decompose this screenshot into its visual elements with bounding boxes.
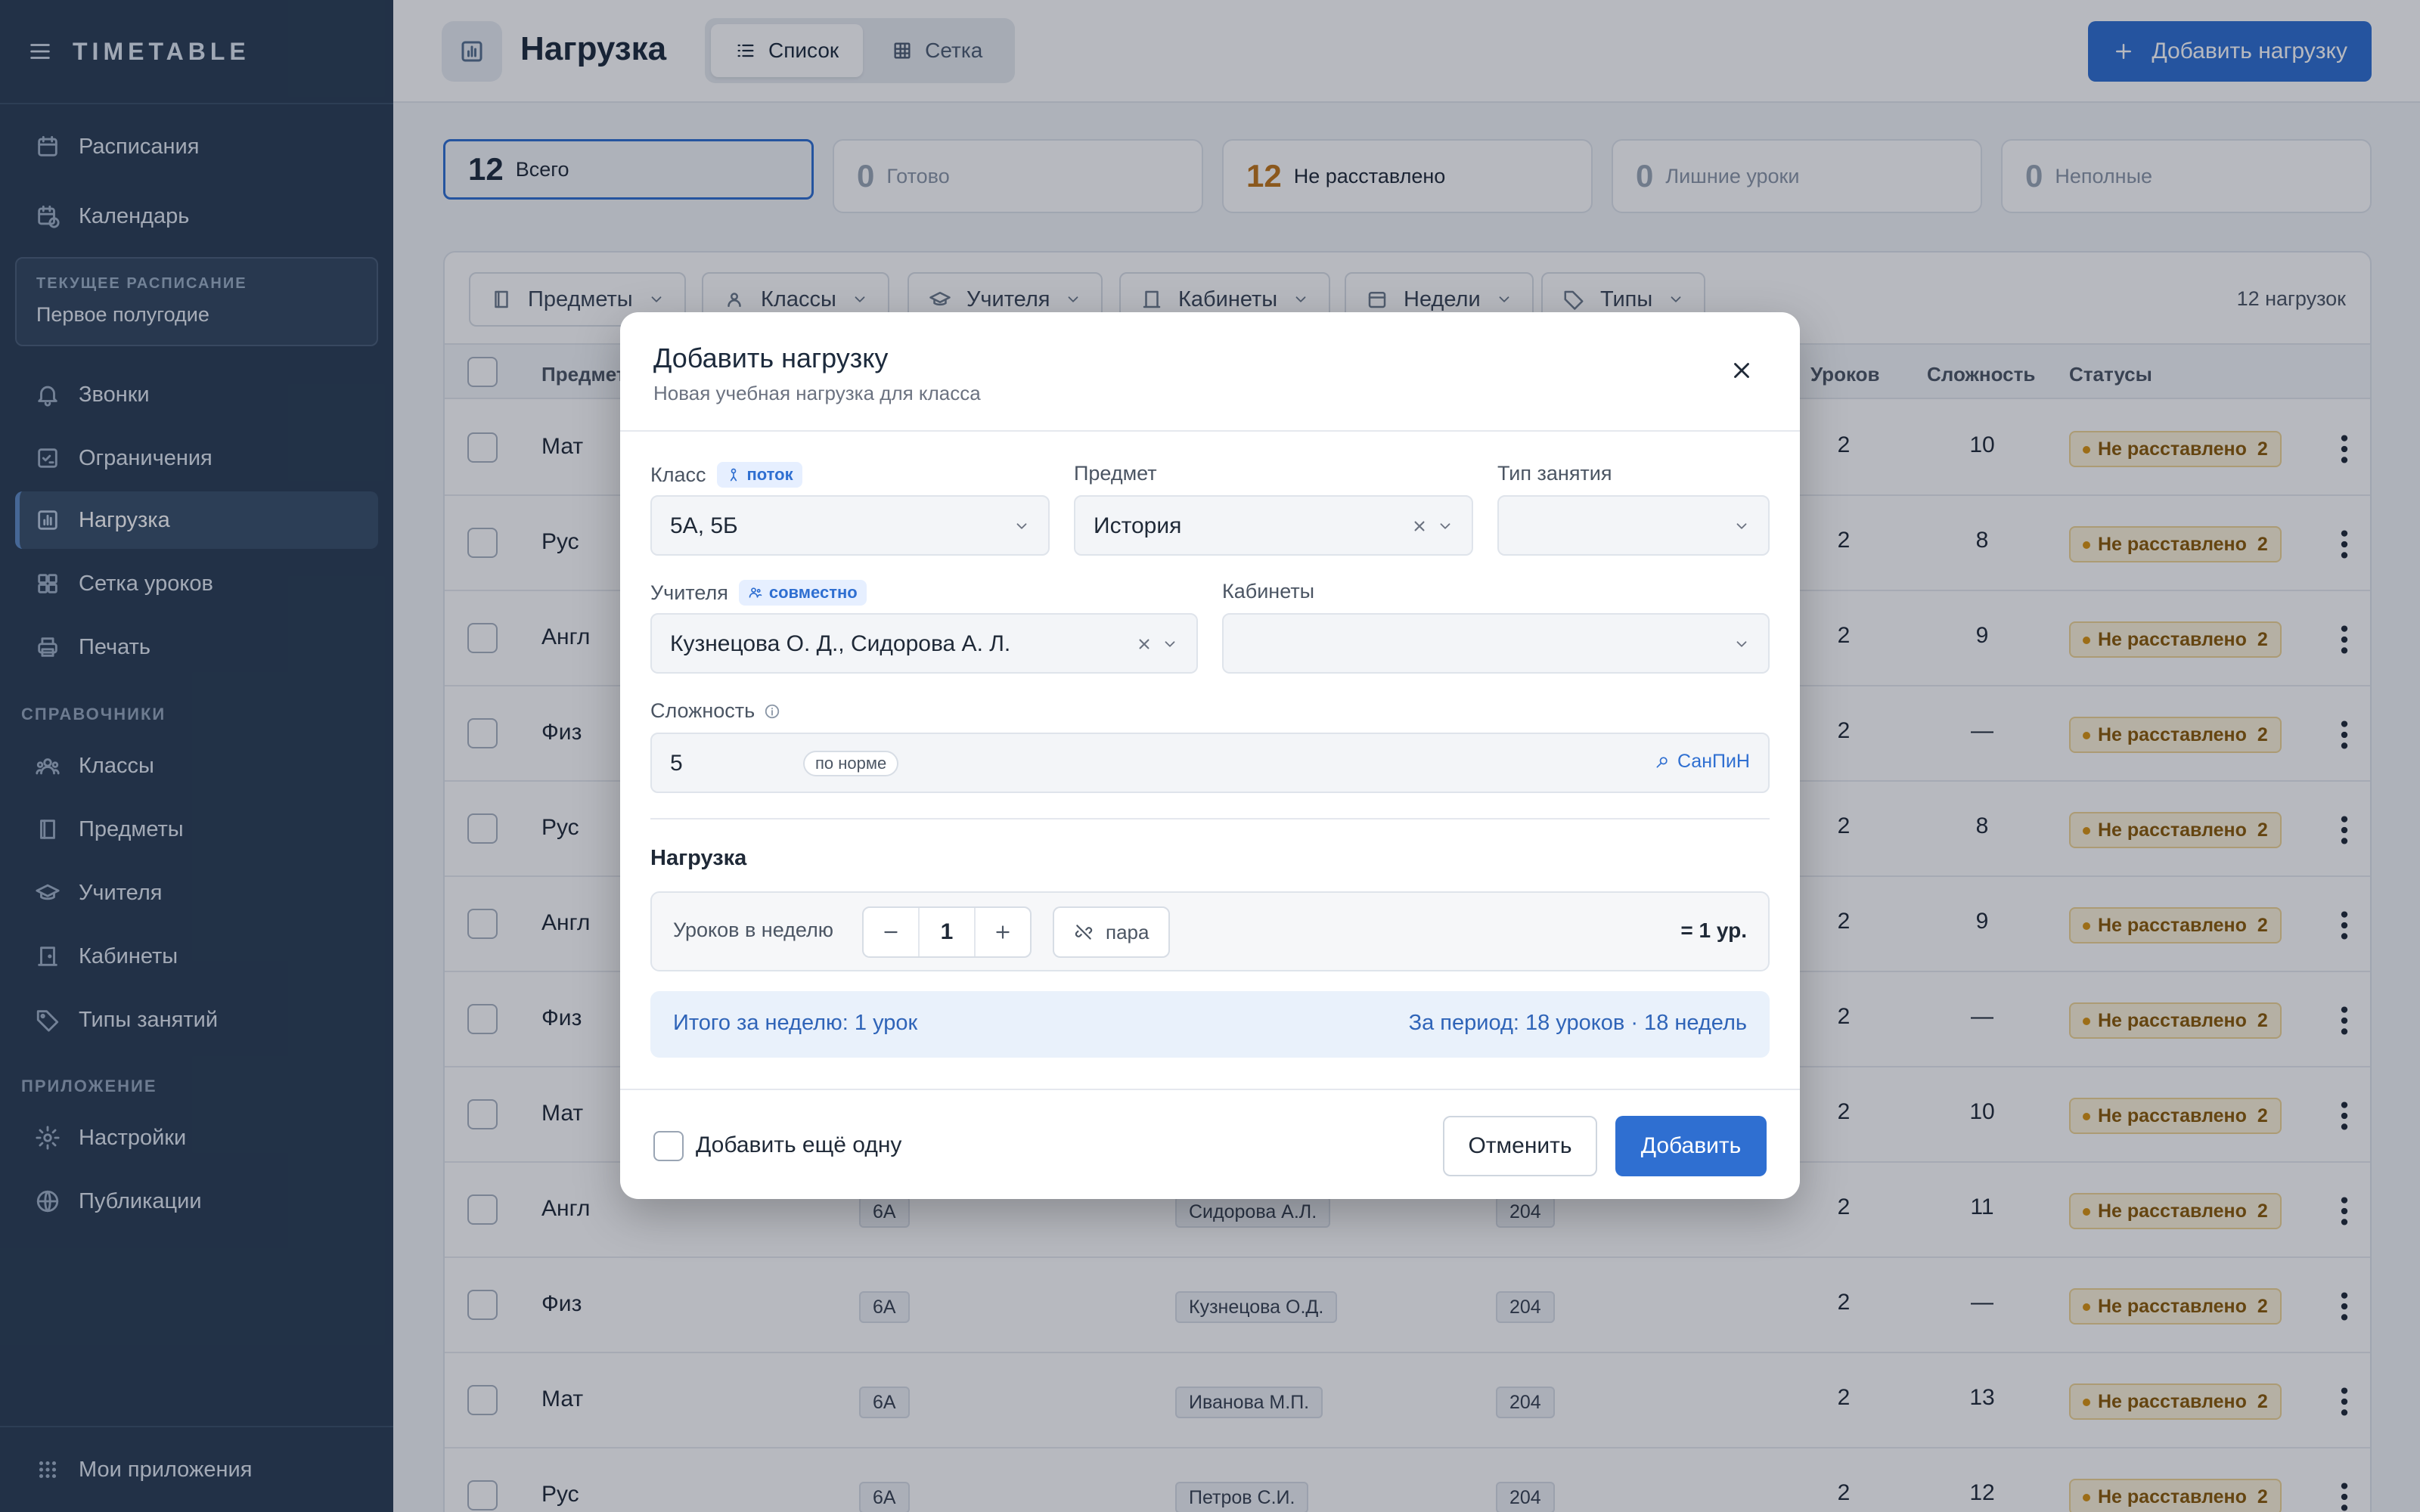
add-another-checkbox[interactable]	[653, 1131, 684, 1161]
sanpin-label: СанПиН	[1677, 751, 1750, 772]
teachers-field-label: Учителя совместно	[650, 580, 867, 606]
per-week-label: Уроков в неделю	[673, 919, 834, 941]
class-select[interactable]: 5А, 5Б	[650, 495, 1050, 556]
plus-icon	[993, 922, 1013, 942]
clear-icon[interactable]	[1134, 634, 1154, 654]
stream-badge: поток	[716, 462, 802, 488]
complexity-value: 5	[670, 751, 683, 776]
add-another-label[interactable]: Добавить ещё одну	[696, 1132, 901, 1158]
lesson-type-field-label: Тип занятия	[1497, 462, 1612, 485]
pair-label: пара	[1106, 920, 1150, 943]
load-section-heading: Нагрузка	[650, 846, 747, 870]
person-icon	[726, 467, 741, 482]
close-icon[interactable]	[1729, 358, 1754, 383]
link-off-icon	[1074, 922, 1094, 942]
submit-button[interactable]: Добавить	[1615, 1116, 1767, 1176]
lessons-per-week-stepper: 1	[862, 906, 1032, 958]
add-workload-dialog: Добавить нагрузку Новая учебная нагрузка…	[620, 312, 1800, 1199]
complexity-label-text: Сложность	[650, 699, 755, 722]
chevron-down-icon	[1437, 518, 1454, 534]
chevron-down-icon	[1162, 636, 1178, 652]
joint-badge-label: совместно	[768, 583, 858, 602]
pair-toggle[interactable]: пара	[1053, 906, 1171, 958]
teachers-label-text: Учителя	[650, 581, 728, 604]
decrement-button[interactable]	[864, 908, 918, 956]
weekly-lessons-row: Уроков в неделю 1 пара = 1 ур.	[650, 891, 1770, 971]
subject-select-value: История	[1094, 513, 1182, 538]
sanpin-link[interactable]: СанПиН	[1655, 751, 1750, 773]
class-label-text: Класс	[650, 463, 706, 486]
class-field-label: Класс поток	[650, 462, 802, 488]
total-period-text: За период: 18 уроков · 18 недель	[1408, 1011, 1747, 1035]
chevron-down-icon	[1733, 636, 1750, 652]
chevron-down-icon	[1013, 518, 1030, 534]
joint-badge: совместно	[738, 580, 867, 606]
per-week-result: = 1 ур.	[1680, 919, 1747, 942]
dialog-subtitle: Новая учебная нагрузка для класса	[653, 382, 981, 404]
teachers-select-value: Кузнецова О. Д., Сидорова А. Л.	[670, 631, 1011, 656]
totals-banner: Итого за неделю: 1 урок За период: 18 ур…	[650, 991, 1770, 1058]
rooms-select[interactable]	[1222, 613, 1770, 674]
stream-badge-label: поток	[746, 465, 793, 484]
clear-icon[interactable]	[1410, 516, 1429, 536]
dialog-footer: Добавить ещё одну Отменить Добавить	[620, 1089, 1800, 1199]
cancel-button[interactable]: Отменить	[1443, 1116, 1597, 1176]
rooms-field-label: Кабинеты	[1222, 580, 1315, 603]
dialog-title: Добавить нагрузку	[653, 342, 889, 373]
users-icon	[748, 585, 763, 600]
chevron-down-icon	[1733, 518, 1750, 534]
dialog-header: Добавить нагрузку Новая учебная нагрузка…	[620, 312, 1800, 432]
lesson-type-select[interactable]	[1497, 495, 1770, 556]
norm-badge: по норме	[803, 751, 899, 776]
total-week-text: Итого за неделю: 1 урок	[673, 1011, 918, 1035]
class-select-value: 5А, 5Б	[670, 513, 738, 538]
lessons-per-week-value[interactable]: 1	[918, 908, 976, 956]
increment-button[interactable]	[976, 908, 1030, 956]
subject-field-label: Предмет	[1074, 462, 1157, 485]
divider	[650, 818, 1770, 820]
complexity-field-label: Сложность	[650, 699, 780, 723]
search-icon	[1655, 754, 1670, 770]
subject-select[interactable]: История	[1074, 495, 1473, 556]
info-icon[interactable]	[764, 703, 780, 720]
complexity-input[interactable]: 5 по норме СанПиН	[650, 733, 1770, 793]
minus-icon	[881, 922, 901, 942]
teachers-select[interactable]: Кузнецова О. Д., Сидорова А. Л.	[650, 613, 1198, 674]
